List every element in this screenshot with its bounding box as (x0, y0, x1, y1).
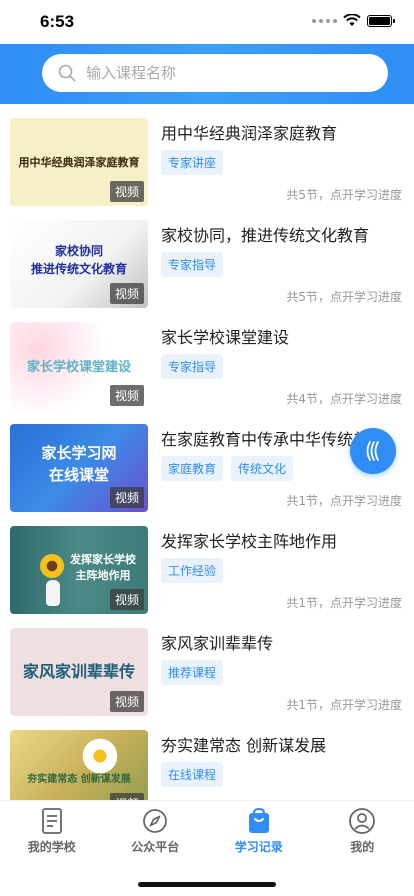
course-progress: 共1节，点开学习进度 (286, 698, 402, 712)
document-icon (41, 808, 62, 834)
tab-my-school[interactable]: 我的学校 (0, 801, 104, 862)
course-tag: 家庭教育 (161, 456, 224, 481)
course-title: 用中华经典润泽家庭教育 (161, 124, 338, 143)
video-badge: 视频 (109, 589, 144, 610)
course-title: 家长学校课堂建设 (161, 328, 290, 347)
course-item[interactable]: 家风家训辈辈传 视频 家风家训辈辈传 推荐课程 共1节，点开学习进度 (0, 614, 414, 716)
course-title: 家风家训辈辈传 (161, 634, 274, 653)
scroll-float-button[interactable] (350, 428, 396, 474)
course-title: 夯实建常态 创新谋发展 (161, 736, 327, 755)
video-badge: 视频 (109, 691, 144, 712)
tab-label: 我的 (350, 840, 375, 854)
header (0, 44, 414, 104)
course-title: 发挥家长学校主阵地作用 (161, 532, 338, 551)
status-bar: 6:53 (0, 0, 414, 44)
course-tag: 专家指导 (161, 252, 224, 277)
tag-list: 推荐课程 (161, 660, 224, 685)
thumbnail-text: 家长学校课堂建设 (26, 360, 131, 375)
course-thumbnail: 用中华经典润泽家庭教育 视频 (10, 118, 148, 206)
tab-label: 学习记录 (234, 840, 283, 854)
course-item[interactable]: 用中华经典润泽家庭教育 视频 用中华经典润泽家庭教育 专家讲座 共5节，点开学习… (0, 104, 414, 206)
course-tag: 专家指导 (161, 354, 224, 379)
home-indicator (138, 882, 276, 887)
tab-label: 公众平台 (131, 840, 180, 854)
tab-label: 我的学校 (27, 840, 76, 854)
video-badge: 视频 (109, 283, 144, 304)
course-tag: 工作经验 (161, 558, 224, 583)
thumbnail-text: 用中华经典润泽家庭教育 (18, 156, 140, 169)
video-badge: 视频 (109, 181, 144, 202)
search-bar[interactable] (42, 54, 388, 92)
tag-list: 专家讲座 (161, 150, 224, 175)
thumbnail-text: 家校协同 推进传统文化教育 (30, 244, 127, 276)
course-tag: 推荐课程 (161, 660, 224, 685)
tab-public-platform[interactable]: 公众平台 (104, 801, 208, 862)
course-thumbnail: 家长学习网 在线课堂 视频 (10, 424, 148, 512)
course-item[interactable]: 家长学校课堂建设 视频 家长学校课堂建设 专家指导 共4节，点开学习进度 (0, 308, 414, 410)
tab-bar: 我的学校 公众平台 学习记录 我的 (0, 800, 414, 862)
tab-study-records[interactable]: 学习记录 (207, 801, 311, 862)
course-tag: 在线课程 (161, 762, 224, 787)
wifi-icon (343, 14, 361, 26)
course-progress: 共1节，点开学习进度 (286, 494, 402, 508)
search-icon (58, 64, 76, 82)
thumbnail-text: 夯实建常态 创新谋发展 (27, 774, 131, 785)
thumbnail-text: 家长学习网 在线课堂 (41, 444, 117, 484)
tag-list: 专家指导 (161, 252, 224, 277)
signal-dots-icon (312, 18, 337, 23)
thumbnail-text: 家风家训辈辈传 (22, 662, 135, 681)
course-tag: 专家讲座 (161, 150, 224, 175)
tag-list: 家庭教育 传统文化 (161, 456, 294, 481)
course-title: 家校协同，推进传统文化教育 (161, 226, 370, 245)
course-item[interactable]: 发挥家长学校 主阵地作用 视频 发挥家长学校主阵地作用 工作经验 共1节，点开学… (0, 512, 414, 614)
course-progress: 共5节，点开学习进度 (286, 290, 402, 304)
course-thumbnail: 家长学校课堂建设 视频 (10, 322, 148, 410)
battery-icon (367, 14, 395, 27)
course-progress: 共4节，点开学习进度 (286, 392, 402, 406)
course-progress: 共1节，点开学习进度 (286, 596, 402, 610)
tab-mine[interactable]: 我的 (311, 801, 414, 862)
course-thumbnail: 家风家训辈辈传 视频 (10, 628, 148, 716)
tag-list: 工作经验 (161, 558, 224, 583)
video-badge: 视频 (109, 793, 144, 800)
course-progress: 共5节，点开学习进度 (286, 188, 402, 202)
course-thumbnail: 家校协同 推进传统文化教育 视频 (10, 220, 148, 308)
chevrons-left-icon (366, 441, 379, 461)
course-item[interactable]: 家校协同 推进传统文化教育 视频 家校协同，推进传统文化教育 专家指导 共5节，… (0, 206, 414, 308)
compass-icon (143, 809, 168, 833)
status-time: 6:53 (40, 12, 75, 31)
search-input[interactable] (86, 64, 346, 82)
course-thumbnail: 发挥家长学校 主阵地作用 视频 (10, 526, 148, 614)
status-icons (312, 14, 395, 27)
user-icon (349, 808, 376, 834)
video-badge: 视频 (109, 487, 144, 508)
tag-list: 专家指导 (161, 354, 224, 379)
bag-icon (248, 807, 269, 833)
course-thumbnail: 夯实建常态 创新谋发展 视频 (10, 730, 148, 800)
tag-list: 在线课程 (161, 762, 224, 787)
thumbnail-text: 发挥家长学校 主阵地作用 (70, 553, 136, 582)
course-tag: 传统文化 (231, 456, 294, 481)
video-badge: 视频 (109, 385, 144, 406)
course-item[interactable]: 夯实建常态 创新谋发展 视频 夯实建常态 创新谋发展 在线课程 (0, 716, 414, 800)
